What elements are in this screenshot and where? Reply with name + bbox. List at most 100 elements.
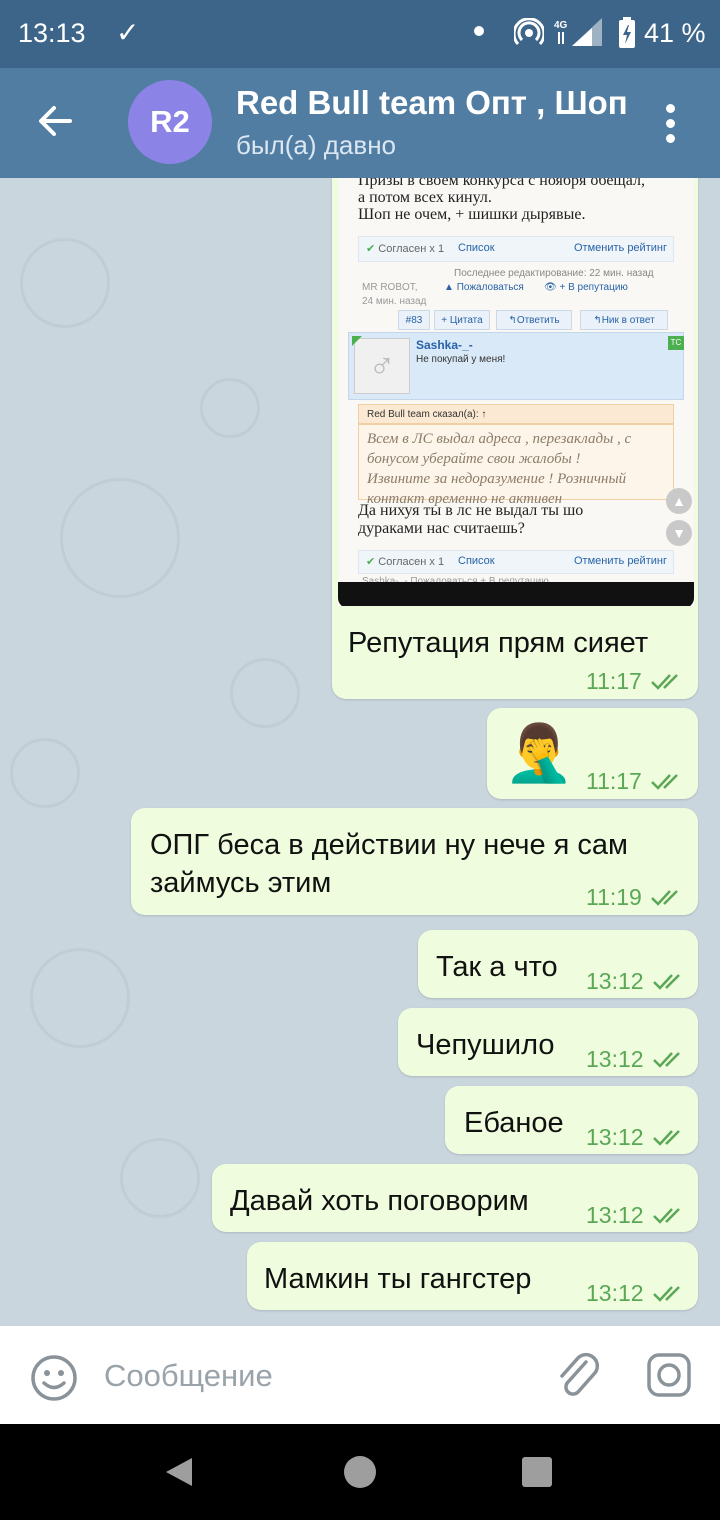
message-time: 11:19	[586, 884, 642, 910]
chat-title[interactable]: Red Bull team Опт , Шоп	[236, 84, 636, 122]
quote-line: Всем в ЛС выдал адреса , перезаклады , с	[367, 431, 632, 447]
chat-header: R2 Red Bull team Опт , Шоп был(а) давно	[0, 68, 720, 178]
message-text: займусь этим	[150, 867, 332, 899]
nav-back-icon[interactable]	[164, 1456, 194, 1488]
message-text: Ебаное	[464, 1107, 564, 1139]
background-doodle	[10, 738, 80, 808]
message-text: Репутация прям сияет	[348, 627, 649, 659]
hotspot-icon	[514, 18, 544, 46]
message-time: 13:12	[586, 1046, 644, 1072]
quote-line: Извините за недоразумение ! Розничный	[367, 471, 627, 487]
nav-recent-icon[interactable]	[522, 1457, 552, 1487]
post-text-line: а потом всех кинул.	[358, 189, 492, 206]
quote-button: + Цитата	[434, 310, 490, 330]
reply-line: дураками нас считаешь?	[358, 520, 525, 537]
list-link: Список	[458, 242, 495, 254]
message-text: Так а что	[436, 951, 558, 983]
forum-username: Sashka-_-	[416, 338, 473, 352]
double-check-icon	[652, 1129, 680, 1146]
message-text: Давай хоть поговорим	[230, 1185, 529, 1217]
scroll-up-icon: ▲	[666, 488, 692, 514]
message-text: Чепушило	[416, 1029, 555, 1061]
svg-text:4G: 4G	[554, 20, 568, 31]
quote-header: Red Bull team сказал(а): ↑	[358, 404, 674, 424]
background-doodle	[230, 658, 300, 728]
message-time: 13:12	[586, 1280, 644, 1306]
battery-percent: 41 %	[644, 18, 706, 48]
double-check-icon	[652, 1051, 680, 1068]
chat-area[interactable]: Призы в своем конкурса с ноября обещал, …	[0, 178, 720, 1326]
message-meta: 11:17	[586, 768, 684, 795]
facepalm-emoji: 🤦‍♂️	[504, 721, 574, 784]
background-doodle	[20, 238, 110, 328]
reply-line: Да нихуя ты в лс не выдал ты шо	[358, 502, 584, 519]
forum-screenshot: Призы в своем конкурса с ноября обещал, …	[338, 178, 694, 587]
message-meta: 13:12	[586, 1280, 686, 1307]
user-avatar: ♂	[354, 338, 410, 394]
battery-icon	[619, 17, 635, 48]
author-name: MR ROBOT,	[362, 282, 418, 293]
forum-user-status: Не покупай у меня!	[416, 354, 506, 365]
status-time: 13:13	[18, 18, 86, 48]
message-input-bar: Сообщение	[0, 1326, 720, 1424]
message-time: 11:17	[586, 668, 642, 694]
post-number: #83	[398, 310, 430, 330]
cancel-rating-link: Отменить рейтинг	[574, 555, 667, 567]
message-meta: 13:12	[586, 1202, 686, 1229]
post-text-line: Шоп не очем, + шишки дырявые.	[358, 206, 586, 223]
cancel-rating-link: Отменить рейтинг	[574, 242, 667, 254]
nav-home-icon[interactable]	[344, 1456, 376, 1488]
nick-button: ↰ Ник в ответ	[580, 310, 668, 330]
camera-icon[interactable]	[646, 1352, 692, 1398]
more-options-icon[interactable]	[666, 104, 678, 149]
scroll-down-icon: ▼	[666, 520, 692, 546]
quote-line: бонусом уберайте свои жалобы !	[367, 451, 581, 467]
screenshot-image[interactable]: Призы в своем конкурса с ноября обещал, …	[338, 178, 694, 606]
attach-icon[interactable]	[556, 1350, 600, 1402]
message-text: Мамкин ты гангстер	[264, 1263, 532, 1295]
message-meta: 11:19	[586, 884, 684, 911]
emoji-icon[interactable]	[30, 1354, 78, 1402]
message-time: 13:12	[586, 968, 644, 994]
quote-block: Всем в ЛС выдал адреса , перезаклады , с…	[358, 424, 674, 507]
online-indicator	[352, 336, 362, 346]
background-doodle	[200, 378, 260, 438]
reputation-link: 👁 + В репутацию	[544, 282, 628, 293]
message-meta: 13:12	[586, 1124, 686, 1151]
double-check-icon	[652, 973, 680, 990]
double-check-icon	[650, 673, 678, 690]
agree-count: ✔ Согласен x 1	[366, 243, 445, 255]
message-text: ОПГ беса в действии ну нече я сам	[150, 829, 628, 861]
double-check-icon	[652, 1285, 680, 1302]
message-meta: 13:12	[586, 1046, 686, 1073]
agree-count: ✔ Согласен x 1	[366, 556, 445, 568]
notification-dot-icon	[474, 26, 484, 36]
double-check-icon	[650, 889, 678, 906]
tc-badge: TC	[668, 336, 684, 350]
back-arrow-icon[interactable]	[36, 102, 74, 140]
double-check-icon	[652, 1207, 680, 1224]
list-link: Список	[458, 555, 495, 567]
message-input[interactable]: Сообщение	[104, 1358, 273, 1394]
screenshot-navbar	[338, 582, 694, 606]
status-bar: 13:13 ✓ 4G 41 %	[0, 0, 720, 68]
post-text-line: Призы в своем конкурса с ноября обещал,	[358, 178, 645, 189]
system-nav-bar	[0, 1424, 720, 1520]
reply-button: ↰ Ответить	[496, 310, 572, 330]
background-doodle	[60, 478, 180, 598]
double-check-icon	[650, 773, 678, 790]
last-edit-text: Последнее редактирование: 22 мин. назад	[454, 268, 654, 279]
background-doodle	[120, 1138, 200, 1218]
report-link: ▲ Пожаловаться	[444, 282, 524, 293]
message-time: 13:12	[586, 1124, 644, 1150]
message-time: 11:17	[586, 768, 642, 794]
author-time: 24 мин. назад	[362, 296, 427, 307]
background-doodle	[30, 948, 130, 1048]
signal-icon: 4G	[554, 18, 602, 46]
message-meta: 11:17	[586, 668, 684, 695]
avatar[interactable]: R2	[128, 80, 212, 164]
message-time: 13:12	[586, 1202, 644, 1228]
message-meta: 13:12	[586, 968, 686, 995]
chat-subtitle: был(а) давно	[236, 130, 397, 160]
checkmark-icon: ✓	[116, 17, 140, 48]
